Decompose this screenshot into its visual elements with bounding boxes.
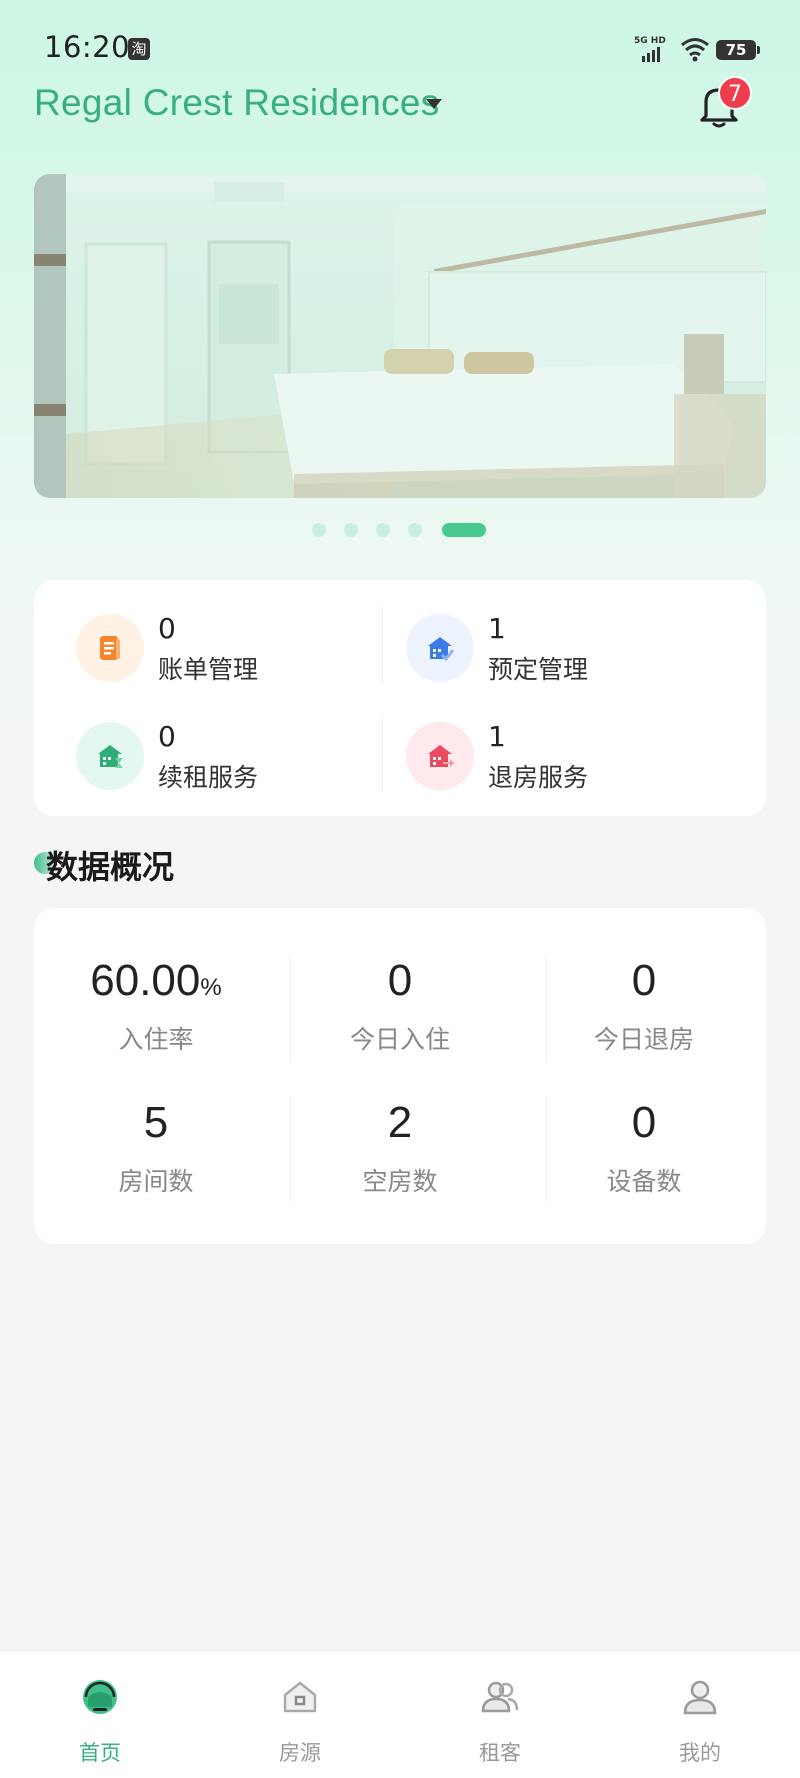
carousel-dot[interactable] — [312, 523, 326, 537]
divider — [546, 1096, 547, 1202]
house-icon — [283, 1681, 317, 1713]
divider — [382, 714, 383, 792]
stat-label: 今日入住 — [349, 1025, 450, 1054]
divider — [290, 1096, 291, 1202]
bill-icon — [76, 614, 144, 682]
bottom-nav: 首页 房源 租客 我的 — [0, 1650, 800, 1778]
signal-icon: 5G HD — [634, 36, 666, 62]
tenants-icon — [481, 1681, 519, 1713]
renewal-count: 0 — [158, 720, 176, 753]
banner-carousel[interactable] — [34, 174, 766, 498]
stat-label: 设备数 — [606, 1167, 682, 1196]
carousel-dot[interactable] — [376, 523, 390, 537]
notification-badge: 7 — [718, 76, 752, 110]
caret-down-icon[interactable] — [426, 99, 442, 109]
stat-value: 5 — [143, 1098, 169, 1147]
stat-number: 60.00 — [90, 956, 201, 1005]
stat-label: 空房数 — [362, 1167, 438, 1196]
overview-title: 数据概况 — [46, 848, 175, 886]
nav-label: 我的 — [679, 1741, 721, 1765]
carousel-dot[interactable] — [344, 523, 358, 537]
nav-label: 首页 — [79, 1741, 121, 1765]
home-icon — [83, 1680, 117, 1714]
checkout-icon — [406, 722, 474, 790]
nav-tenants[interactable]: 租客 — [400, 1651, 600, 1778]
renewal-service[interactable]: 0 续租服务 — [34, 712, 364, 802]
header: Regal Crest Residences 7 — [0, 76, 800, 136]
divider — [382, 606, 383, 684]
divider — [290, 956, 291, 1062]
carousel-indicators — [0, 523, 800, 537]
battery-icon: 75 — [716, 40, 760, 60]
stat-label: 入住率 — [118, 1025, 194, 1054]
bill-management[interactable]: 0 账单管理 — [34, 604, 364, 694]
booking-management[interactable]: 1 预定管理 — [364, 604, 694, 694]
overview-stats-card: 60.00% 入住率 0 今日入住 0 今日退房 5 房间数 2 空房数 0 设… — [34, 908, 766, 1244]
nav-label: 房源 — [279, 1741, 321, 1765]
stat-checkin-today[interactable]: 0 今日入住 — [278, 954, 522, 1056]
notification-button[interactable]: 7 — [698, 76, 752, 132]
stat-unit: % — [200, 974, 222, 1001]
nav-profile[interactable]: 我的 — [600, 1651, 800, 1778]
bill-count: 0 — [158, 612, 176, 645]
renew-icon — [76, 722, 144, 790]
stat-checkout-today[interactable]: 0 今日退房 — [522, 954, 766, 1056]
checkout-label: 退房服务 — [488, 763, 589, 792]
stat-label: 今日退房 — [593, 1025, 694, 1054]
stat-room-count[interactable]: 5 房间数 — [34, 1096, 278, 1198]
quick-actions-card: 0 账单管理 1 预定管理 0 续租服务 1 退房服务 — [34, 580, 766, 816]
status-time: 16:20 — [44, 30, 131, 64]
nav-home[interactable]: 首页 — [0, 1651, 200, 1778]
booking-count: 1 — [488, 612, 506, 645]
checkout-count: 1 — [488, 720, 506, 753]
stat-value: 2 — [387, 1098, 413, 1147]
stat-value: 0 — [387, 956, 413, 1005]
stat-value: 0 — [631, 1098, 657, 1147]
nav-listings[interactable]: 房源 — [200, 1651, 400, 1778]
carousel-dot[interactable] — [408, 523, 422, 537]
booking-icon — [406, 614, 474, 682]
bedroom-banner-image — [34, 174, 766, 498]
divider — [546, 956, 547, 1062]
bill-label: 账单管理 — [158, 655, 259, 684]
network-type: 5G HD — [634, 36, 666, 46]
nav-label: 租客 — [479, 1741, 521, 1765]
booking-label: 预定管理 — [488, 655, 589, 684]
profile-icon — [683, 1680, 717, 1715]
stat-device-count[interactable]: 0 设备数 — [522, 1096, 766, 1198]
property-selector[interactable]: Regal Crest Residences — [34, 82, 440, 124]
stat-vacant-count[interactable]: 2 空房数 — [278, 1096, 522, 1198]
carousel-dot-active[interactable] — [442, 523, 486, 537]
stat-occupancy-rate[interactable]: 60.00% 入住率 — [34, 954, 278, 1056]
stat-label: 房间数 — [118, 1167, 194, 1196]
wifi-icon — [681, 38, 709, 62]
checkout-service[interactable]: 1 退房服务 — [364, 712, 694, 802]
renewal-label: 续租服务 — [158, 763, 259, 792]
stat-value: 60.00% — [34, 954, 278, 1008]
stat-value: 0 — [631, 956, 657, 1005]
taobao-app-icon: 淘 — [128, 38, 150, 60]
